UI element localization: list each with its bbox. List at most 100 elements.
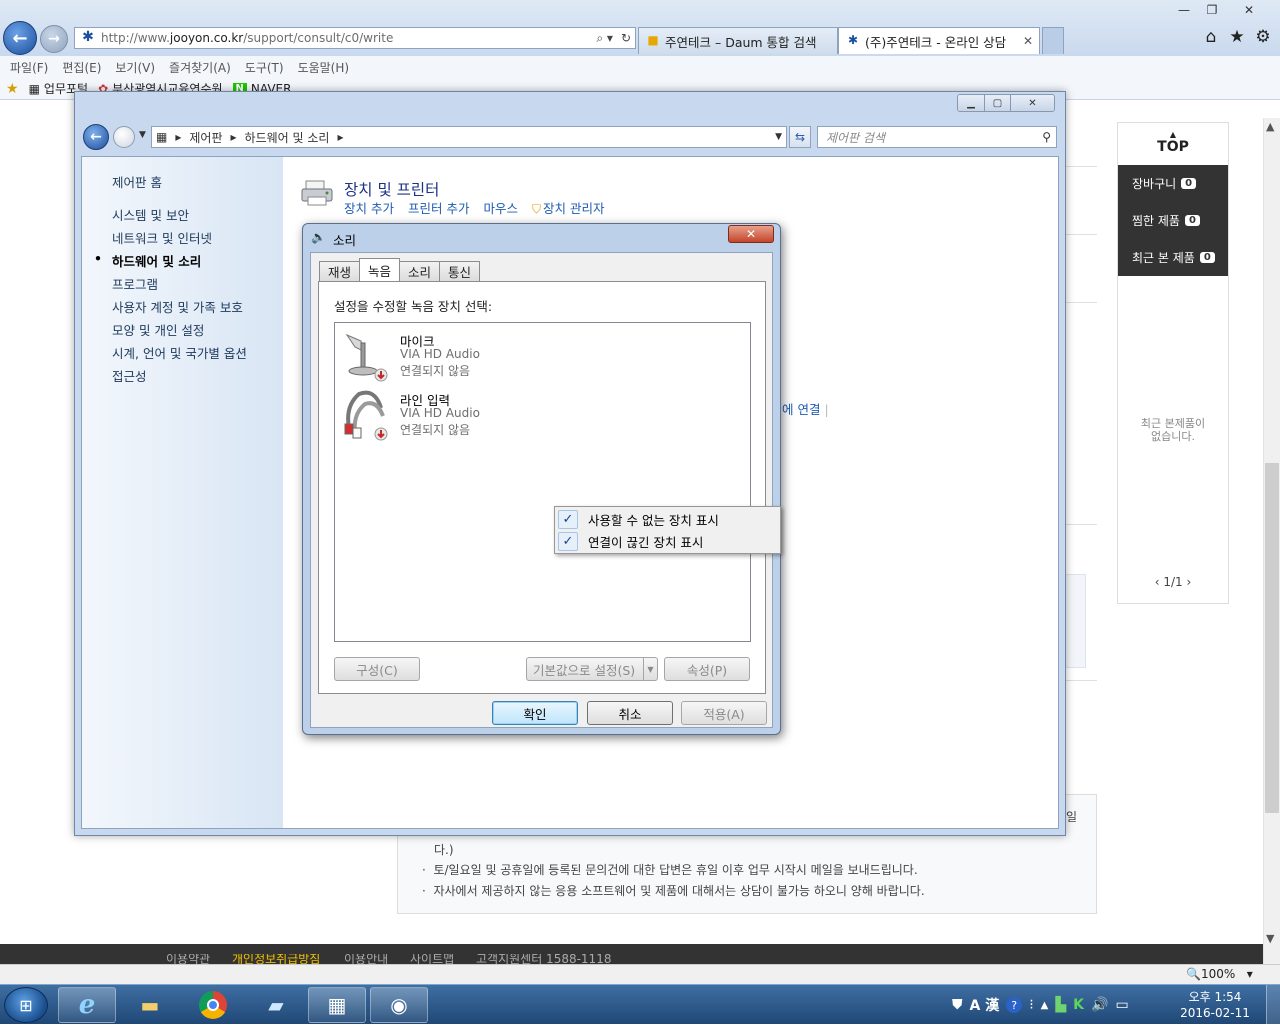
refresh-button[interactable]: ⇆ (789, 126, 811, 148)
top-button[interactable]: ▲ TOP (1118, 123, 1228, 165)
breadcrumb-sep-icon[interactable]: ▸ (337, 130, 343, 144)
volume-icon[interactable]: 🔊 (1091, 997, 1108, 1013)
k-app-icon[interactable]: K (1073, 997, 1084, 1013)
breadcrumb-sep-icon[interactable]: ▸ (175, 130, 181, 144)
chevron-down-icon[interactable]: ▼ (643, 658, 657, 680)
show-desktop-button[interactable] (1266, 985, 1280, 1025)
nav-hardware-sound[interactable]: 하드웨어 및 소리 (94, 251, 201, 270)
close-button[interactable]: ✕ (1226, 0, 1272, 20)
minimize-button[interactable]: — (1170, 0, 1198, 20)
taskbar-notepad[interactable]: ▰ (247, 987, 305, 1023)
favorites-add-icon[interactable]: ★ (6, 81, 19, 97)
nav-user-accounts[interactable]: 사용자 계정 및 가족 보호 (112, 297, 243, 316)
apply-button[interactable]: 적용(A) (681, 701, 767, 725)
link-mouse[interactable]: 마우스 (483, 198, 518, 217)
scroll-down-icon[interactable]: ▼ (1266, 932, 1274, 945)
zoom-control[interactable]: 🔍100% ▾ (1186, 967, 1253, 981)
recent-link[interactable]: 최근 본 제품 0 (1118, 239, 1228, 276)
new-tab-button[interactable] (1042, 27, 1064, 54)
link-add-printer[interactable]: 프린터 추가 (408, 198, 469, 217)
forward-button[interactable]: → (40, 25, 68, 53)
scroll-thumb[interactable] (1265, 463, 1279, 813)
properties-button[interactable]: 속성(P) (664, 657, 750, 681)
page-scrollbar[interactable]: ▲ ▼ (1263, 118, 1280, 964)
taskbar-chrome[interactable] (184, 987, 242, 1023)
tab-recording[interactable]: 녹음 (359, 258, 401, 281)
tab-daum-search[interactable]: ■ 주연테크 – Daum 통합 검색 (638, 27, 838, 54)
nav-network-internet[interactable]: 네트워크 및 인터넷 (112, 228, 212, 247)
show-hidden-icons[interactable]: ▲ (1041, 1000, 1049, 1011)
cart-link[interactable]: 장바구니 0 (1118, 165, 1228, 202)
back-button[interactable]: ← (3, 21, 37, 55)
nav-system-security[interactable]: 시스템 및 보안 (112, 205, 189, 224)
partial-link-connect[interactable]: 에 연결 | (782, 399, 829, 418)
menu-help[interactable]: 도움말(H) (298, 59, 350, 76)
set-default-button[interactable]: 기본값으로 설정(S) ▼ (526, 657, 658, 681)
minimize-button[interactable]: ▁ (958, 95, 984, 111)
network-icon[interactable]: ▭ (1115, 997, 1128, 1013)
menu-favorites[interactable]: 즐겨찾기(A) (169, 59, 231, 76)
home-icon[interactable]: ⌂ (1202, 27, 1220, 47)
address-dropdown-icon[interactable]: ▼ (775, 132, 786, 142)
restore-button[interactable]: ❐ (1198, 0, 1226, 20)
history-dropdown-icon[interactable]: ▼ (139, 130, 146, 140)
close-tab-icon[interactable]: ✕ (1023, 34, 1033, 48)
refresh-icon[interactable]: ↻ (617, 31, 635, 45)
menu-item-show-disconnected-devices[interactable]: ✓ 연결이 끊긴 장치 표시 (558, 531, 777, 551)
link-add-device[interactable]: 장치 추가 (344, 198, 394, 217)
configure-button[interactable]: 구성(C) (334, 657, 420, 681)
next-page-button[interactable]: › (1186, 575, 1191, 589)
taskbar-control-panel[interactable]: ▦ (308, 987, 366, 1023)
nav-clock-language[interactable]: 시계, 언어 및 국가별 옵션 (112, 343, 247, 362)
nav-control-panel-home[interactable]: 제어판 홈 (112, 172, 162, 191)
security-icon[interactable]: ▙ (1055, 997, 1066, 1013)
tab-online-consult[interactable]: ✱ (주)주연테크 - 온라인 상담 ✕ (838, 27, 1040, 54)
address-bar[interactable]: ✱ http://www.jooyon.co.kr/support/consul… (74, 27, 636, 49)
taskbar-ie[interactable]: e (58, 987, 116, 1023)
maximize-button[interactable]: ▢ (984, 95, 1010, 111)
search-icon[interactable]: ⌕ ▾ (592, 31, 617, 46)
taskbar-explorer[interactable]: ▬ (121, 987, 179, 1023)
nav-accessibility[interactable]: 접근성 (112, 366, 147, 385)
wishlist-link[interactable]: 찜한 제품 0 (1118, 202, 1228, 239)
nav-appearance[interactable]: 모양 및 개인 설정 (112, 320, 204, 339)
menu-item-show-disabled-devices[interactable]: ✓ 사용할 수 없는 장치 표시 (558, 509, 777, 529)
tab-playback[interactable]: 재생 (319, 261, 361, 281)
help-icon[interactable]: ? (1006, 997, 1023, 1013)
footer-link-terms[interactable]: 이용약관 (166, 954, 210, 964)
start-button[interactable]: ⊞ (4, 987, 48, 1023)
section-title-devices-printers[interactable]: 장치 및 프린터 (344, 178, 439, 200)
ime-indicator[interactable]: A 漢 (970, 995, 1000, 1015)
close-button[interactable]: ✕ (1010, 95, 1054, 111)
breadcrumb-control-panel[interactable]: 제어판 (189, 129, 222, 146)
menu-tools[interactable]: 도구(T) (245, 59, 284, 76)
ime-options-icon[interactable]: ⁝ (1029, 997, 1033, 1013)
address-bar[interactable]: ▦ ▸ 제어판 ▸ 하드웨어 및 소리 ▸ ▼ (151, 126, 787, 148)
nav-programs[interactable]: 프로그램 (112, 274, 158, 293)
forward-button[interactable] (113, 126, 135, 148)
device-item-line-in[interactable]: 라인 입력 VIA HD Audio 연결되지 않음 (341, 388, 721, 446)
scroll-up-icon[interactable]: ▲ (1266, 120, 1274, 133)
back-button[interactable]: ← (83, 124, 109, 150)
footer-link-guide[interactable]: 이용안내 (344, 954, 388, 964)
device-item-microphone[interactable]: 마이크 VIA HD Audio 연결되지 않음 (341, 329, 721, 387)
recording-device-list[interactable]: 마이크 VIA HD Audio 연결되지 않음 라인 입력 VIA HD Au… (334, 322, 751, 642)
favorites-star-icon[interactable]: ★ (1228, 27, 1246, 47)
menu-edit[interactable]: 편집(E) (62, 59, 101, 76)
footer-link-privacy[interactable]: 개인정보취급방침 (232, 954, 320, 964)
cancel-button[interactable]: 취소 (587, 701, 673, 725)
menu-file[interactable]: 파일(F) (10, 59, 48, 76)
breadcrumb-sep-icon[interactable]: ▸ (231, 130, 237, 144)
menu-view[interactable]: 보기(V) (115, 59, 155, 76)
search-input[interactable]: 제어판 검색 ⚲ (817, 126, 1057, 148)
ok-button[interactable]: 확인 (492, 701, 578, 725)
link-device-manager[interactable]: ⛉ 장치 관리자 (532, 198, 605, 217)
language-bar-icon[interactable]: ⛊ (952, 997, 963, 1013)
prev-page-button[interactable]: ‹ (1155, 575, 1160, 589)
footer-link-sitemap[interactable]: 사이트맵 (410, 954, 454, 964)
taskbar-sound[interactable]: ◉ (370, 987, 428, 1023)
tab-communications[interactable]: 통신 (439, 261, 481, 281)
gear-icon[interactable]: ⚙ (1254, 27, 1272, 47)
clock[interactable]: 오후 1:54 2016-02-11 (1180, 989, 1250, 1021)
tab-sounds[interactable]: 소리 (399, 261, 441, 281)
